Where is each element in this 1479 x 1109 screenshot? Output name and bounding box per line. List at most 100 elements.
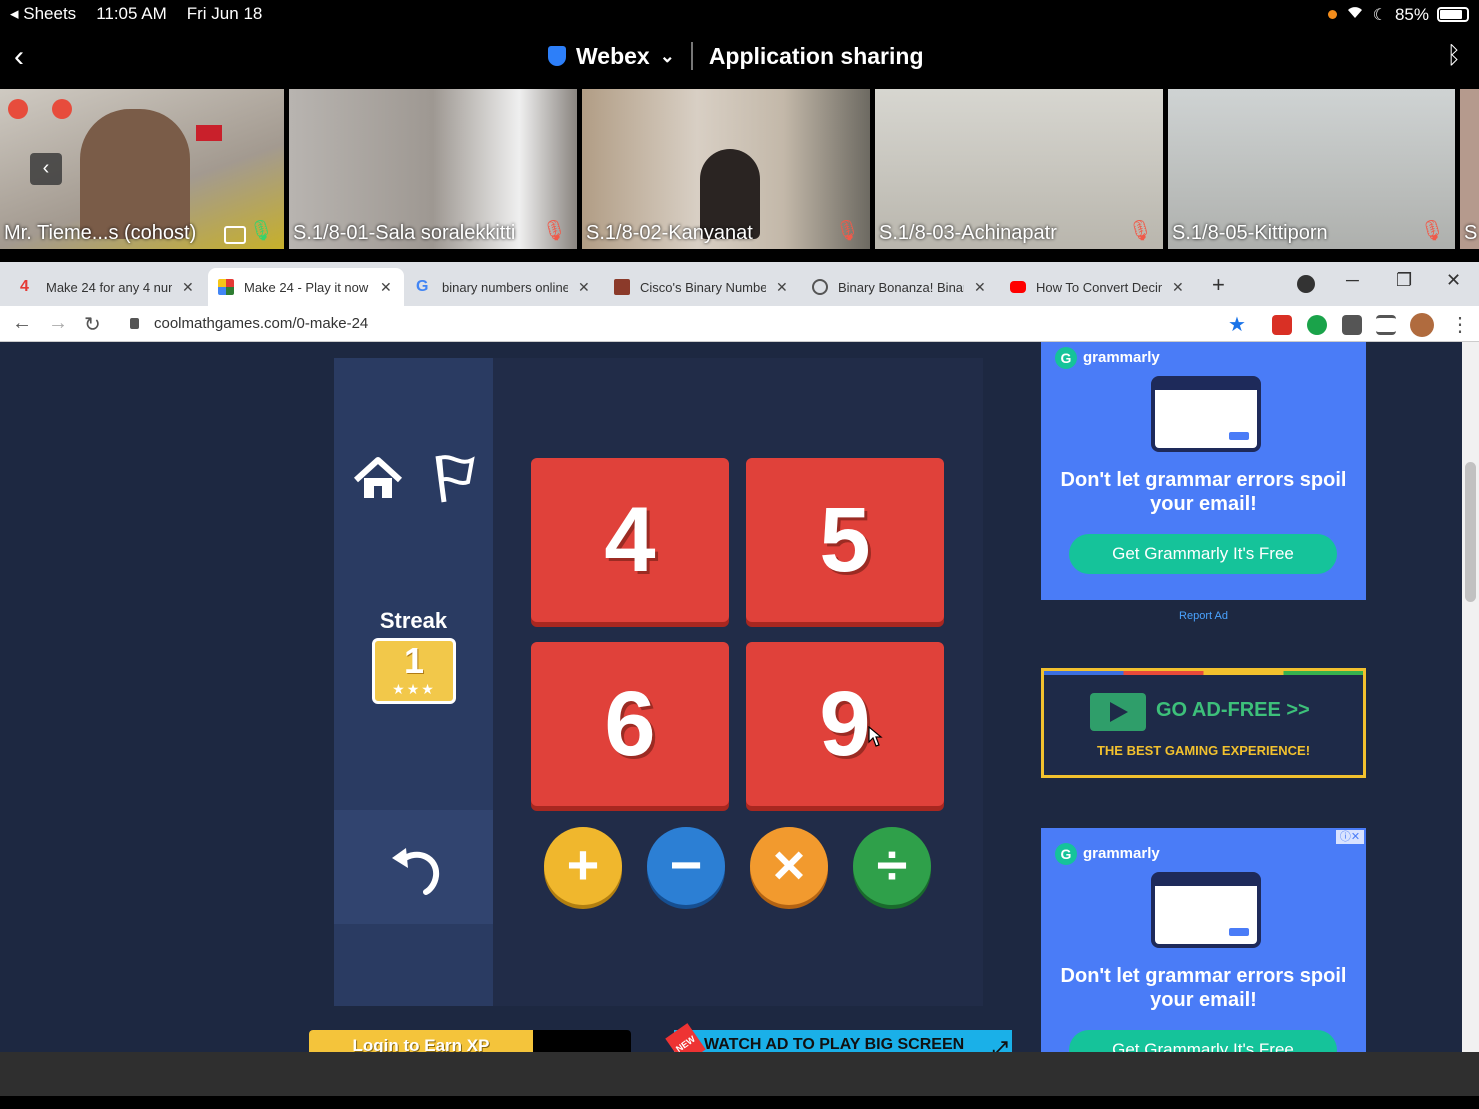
close-tab-icon[interactable]: ✕ [1172, 279, 1184, 296]
tab[interactable]: G binary numbers online ✕ [406, 268, 602, 306]
profile-avatar[interactable] [1410, 313, 1434, 337]
tab-title: Make 24 for any 4 numbers [46, 279, 172, 295]
color-stripe [1044, 671, 1363, 675]
url-field[interactable]: coolmathgames.com/0-make-24 [120, 310, 1220, 338]
forward-arrow-icon[interactable]: → [48, 312, 68, 335]
moon-icon: ☾ [1372, 6, 1387, 24]
number-card[interactable]: 5 [746, 458, 944, 622]
browser-window: 4 Make 24 for any 4 numbers ✕ Make 24 - … [0, 262, 1479, 1052]
participant-name: S.1/8-05-Kittiporn [1172, 222, 1328, 244]
streak-badge: 1 ★★★ [372, 638, 456, 704]
shield-icon [548, 46, 566, 66]
mic-muted-icon: 🎙 [834, 220, 860, 242]
tab[interactable]: Make 24 - Play it now ✕ [208, 268, 404, 306]
pdf-extension-icon[interactable] [1272, 315, 1292, 335]
tab[interactable]: Cisco's Binary Number ✕ [604, 268, 800, 306]
close-tab-icon[interactable]: ✕ [776, 279, 788, 296]
close-tab-icon[interactable]: ✕ [578, 279, 590, 296]
minimize-icon[interactable]: ─ [1346, 270, 1359, 291]
play-icon [1090, 693, 1146, 731]
ad-close-icon[interactable]: ⓘ✕ [1336, 830, 1364, 844]
participant-name: S [1464, 222, 1478, 244]
new-badge: NEW [665, 1023, 706, 1052]
ad-cta-button[interactable]: Get Grammarly It's Free [1069, 534, 1337, 574]
close-tab-icon[interactable]: ✕ [182, 279, 194, 296]
participant-tile[interactable]: S.1/8-02-Kanyanat 🎙 [582, 89, 870, 249]
tab-favicon-icon: 4 [20, 278, 29, 295]
participant-tile[interactable]: ‹ Mr. Tieme...s (cohost) 🎙 [0, 89, 284, 249]
page-scrollbar[interactable] [1462, 342, 1479, 1052]
ad-cta-button[interactable]: Get Grammarly It's Free [1069, 1030, 1337, 1052]
back-chevron-icon[interactable]: ‹ [14, 40, 24, 74]
google-favicon-icon: G [416, 278, 429, 295]
scroll-left-button[interactable]: ‹ [30, 153, 62, 185]
puzzle-extensions-icon[interactable] [1342, 315, 1362, 335]
webex-header: ‹ Webex ⌄ Application sharing ᛒ [0, 28, 1479, 86]
ad-headline: Don't let grammar errors spoil your emai… [1060, 469, 1347, 515]
tab[interactable]: 4 Make 24 for any 4 numbers ✕ [10, 268, 206, 306]
participant-strip[interactable]: ‹ Mr. Tieme...s (cohost) 🎙 S.1/8-01-Sala… [0, 89, 1479, 249]
multiply-button[interactable]: × [750, 827, 828, 905]
reading-list-icon[interactable] [1376, 315, 1396, 335]
participant-tile[interactable]: S.1/8-05-Kittiporn 🎙 [1168, 89, 1455, 249]
tab-strip: 4 Make 24 for any 4 numbers ✕ Make 24 - … [0, 262, 1479, 306]
ad-brand: grammarly [1083, 349, 1160, 366]
grammarly-ad[interactable]: G grammarly Don't let grammar errors spo… [1041, 342, 1366, 600]
tab-title: Binary Bonanza! Binary [838, 279, 964, 295]
share-icon [224, 226, 246, 244]
youtube-icon [1010, 281, 1026, 293]
ad-headline: Don't let grammar errors spoil your emai… [1060, 965, 1347, 1011]
tab-title: Make 24 - Play it now [244, 279, 369, 295]
clock: 11:05 AM [96, 4, 167, 23]
flag-icon[interactable] [432, 452, 476, 504]
undo-button[interactable] [334, 810, 493, 924]
ios-status-bar: ◂ Sheets 11:05 AM Fri Jun 18 ☾ 85% [0, 0, 1479, 28]
participant-name: Mr. Tieme...s (cohost) [4, 222, 197, 244]
plus-button[interactable]: + [544, 827, 622, 905]
date: Fri Jun 18 [186, 4, 263, 23]
address-bar: ← → ↻ coolmathgames.com/0-make-24 ★ ⋮ [0, 306, 1479, 342]
globe-icon [812, 279, 828, 295]
participant-tile[interactable]: S [1460, 89, 1479, 249]
bottom-bar [0, 1052, 1479, 1096]
divide-button[interactable]: ÷ [853, 827, 931, 905]
back-arrow-icon[interactable]: ← [12, 312, 32, 335]
participant-name: S.1/8-01-Sala soralekkitti [293, 222, 516, 244]
number-card[interactable]: 6 [531, 642, 729, 806]
number-card[interactable]: 9 [746, 642, 944, 806]
webex-app-name[interactable]: Webex [576, 43, 650, 70]
report-ad-link[interactable]: Report Ad [1041, 610, 1366, 622]
number-card[interactable]: 4 [531, 458, 729, 622]
green-extension-icon[interactable] [1307, 315, 1327, 335]
tab[interactable]: Binary Bonanza! Binary ✕ [802, 268, 998, 306]
reload-icon[interactable]: ↻ [84, 312, 101, 337]
bluetooth-icon[interactable]: ᛒ [1447, 42, 1461, 70]
participant-name: S.1/8-03-Achinapatr [879, 222, 1057, 244]
close-tab-icon[interactable]: ✕ [380, 279, 392, 296]
participant-tile[interactable]: S.1/8-03-Achinapatr 🎙 [875, 89, 1163, 249]
watch-ad-button[interactable]: NEW WATCH AD TO PLAY BIG SCREEN ⤢ [665, 1023, 1012, 1052]
tab-title: binary numbers online [442, 279, 568, 295]
login-xp-button[interactable]: Login to Earn XP [309, 1030, 533, 1052]
watch-ad-label: WATCH AD TO PLAY BIG SCREEN [704, 1036, 965, 1052]
grammarly-ad[interactable]: ⓘ✕ G grammarly Don't let grammar errors … [1041, 828, 1366, 1052]
mic-on-icon: 🎙 [248, 220, 274, 242]
close-tab-icon[interactable]: ✕ [974, 279, 986, 296]
new-tab-icon[interactable]: + [1212, 272, 1225, 298]
scrollbar-thumb[interactable] [1465, 462, 1476, 602]
web-page: Streak 1 ★★★ 4 5 6 9 + − × ÷ Login to Ea… [0, 342, 1462, 1052]
close-window-icon[interactable]: ✕ [1446, 270, 1461, 291]
bookmark-star-icon[interactable]: ★ [1228, 312, 1246, 337]
restore-icon[interactable]: ❐ [1396, 270, 1412, 291]
home-icon[interactable] [352, 456, 404, 502]
login-bar[interactable]: Login to Earn XP [309, 1030, 631, 1052]
minus-button[interactable]: − [647, 827, 725, 905]
menu-kebab-icon[interactable]: ⋮ [1450, 312, 1470, 337]
tab[interactable]: How To Convert Decimal ✕ [1000, 268, 1196, 306]
chevron-down-icon[interactable]: ⌄ [660, 46, 675, 67]
go-ad-free-banner[interactable]: GO AD-FREE >> THE BEST GAMING EXPERIENCE… [1041, 668, 1366, 778]
participant-tile[interactable]: S.1/8-01-Sala soralekkitti 🎙 [289, 89, 577, 249]
tab-favicon-icon [218, 279, 234, 295]
tab-search-icon[interactable] [1297, 275, 1315, 293]
back-to-app-link[interactable]: ◂ Sheets [10, 4, 76, 24]
